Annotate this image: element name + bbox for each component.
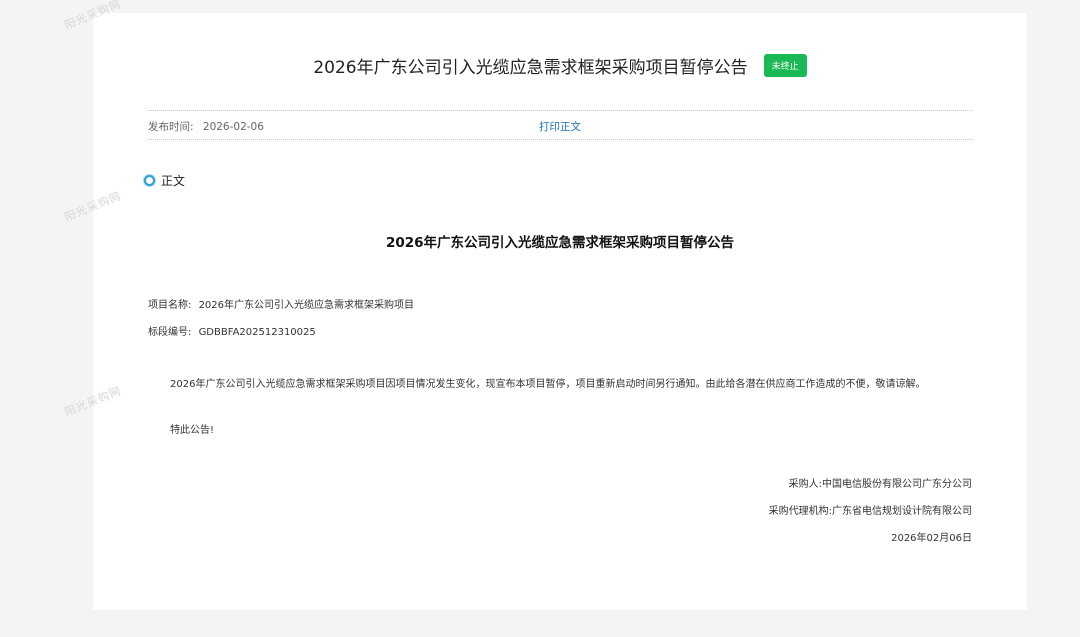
closing-notice: 特此公告! [170, 425, 215, 436]
page-title: 2026年广东公司引入光缆应急需求框架采购项目暂停公告 [313, 58, 748, 78]
print-link[interactable]: 打印正文 [539, 119, 581, 134]
signature-date: 2026年02月06日 [891, 533, 972, 544]
section-label: 正文 [161, 174, 186, 188]
project-name-label: 项目名称: [148, 300, 192, 311]
bullet-circle-icon [144, 175, 155, 186]
project-name-field: 项目名称: 2026年广东公司引入光缆应急需求框架采购项目 [148, 296, 414, 311]
section-number-label: 标段编号: [148, 327, 192, 338]
status-badge: 未终止 [763, 54, 807, 77]
document-title: 2026年广东公司引入光缆应急需求框架采购项目暂停公告 [385, 235, 735, 251]
title-row: 2026年广东公司引入光缆应急需求框架采购项目暂停公告 未终止 [93, 53, 1027, 78]
section-number-value: GDBBFA202512310025 [198, 327, 316, 338]
section-number-field: 标段编号: GDBBFA202512310025 [148, 323, 316, 338]
section-header: 正文 [144, 172, 185, 189]
project-name-value: 2026年广东公司引入光缆应急需求框架采购项目 [198, 300, 415, 311]
publish-date: 发布时间: 2026-02-06 [148, 119, 264, 134]
purchaser: 采购人:中国电信股份有限公司广东分公司 [788, 479, 972, 490]
announcement-card: 2026年广东公司引入光缆应急需求框架采购项目暂停公告 未终止 发布时间: 20… [93, 13, 1027, 610]
meta-bar: 发布时间: 2026-02-06 打印正文 [148, 110, 972, 140]
publish-date-label: 发布时间: [148, 121, 194, 133]
announcement-body: 2026年广东公司引入光缆应急需求框架采购项目因项目情况发生变化，现宣布本项目暂… [170, 379, 926, 390]
procurement-agency: 采购代理机构:广东省电信规划设计院有限公司 [768, 506, 972, 517]
publish-date-value: 2026-02-06 [202, 121, 264, 133]
